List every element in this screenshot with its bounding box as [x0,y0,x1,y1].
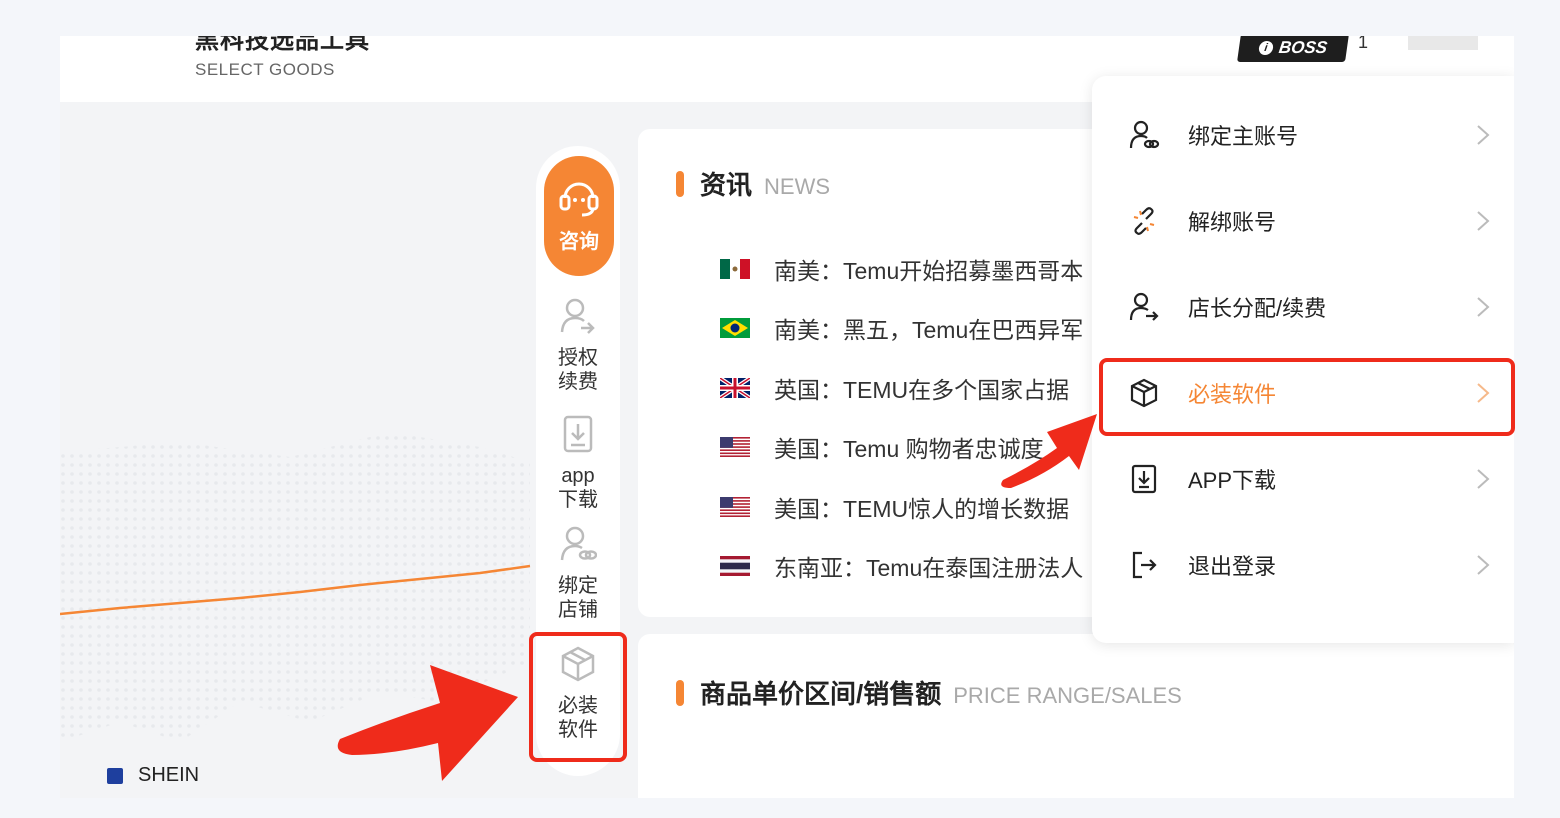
menu-item-label: APP下载 [1188,468,1277,493]
news-item[interactable]: 东南亚：Temu在泰国注册法人 [720,537,1083,597]
news-item-text: 东南亚：Temu在泰国注册法人 [774,555,1084,582]
news-item-text: 南美：黑五，Temu在巴西异军 [774,317,1084,344]
sidebar-item-bind-line2: 店铺 [558,599,598,621]
page-title: 黑科技选品工具 [195,36,370,54]
logout-icon [1132,551,1157,579]
price-range-card: 商品单价区间/销售额 PRICE RANGE/SALES [638,634,1514,798]
annotation-box-sidebar [529,632,627,762]
bind-account-icon [1129,120,1160,149]
menu-item-unbind-account[interactable]: 解绑账号 [1092,178,1514,264]
boss-icon: i [1257,41,1274,55]
sidebar-item-renew-line2: 续费 [558,371,598,393]
annotation-box-menu [1099,358,1515,436]
sidebar-item-bind-store[interactable]: 绑定 店铺 [536,524,620,622]
mexico-flag-icon [720,258,750,279]
uk-flag-icon [720,377,750,398]
usa-flag-icon [720,496,750,517]
price-title-en: PRICE RANGE/SALES [953,683,1182,708]
headset-icon [544,176,614,223]
sidebar-item-renew-line1: 授权 [558,347,598,369]
sidebar-item-app-download[interactable]: app 下载 [536,414,620,512]
chevron-right-icon [1477,125,1490,145]
news-item[interactable]: 南美：Temu开始招募墨西哥本 [720,239,1083,299]
chevron-right-icon [1477,555,1490,575]
annotation-arrow-right [1001,414,1097,488]
sidebar-item-bind-line1: 绑定 [558,575,598,597]
download-icon [536,414,620,460]
menu-item-bind-main-account[interactable]: 绑定主账号 [1092,92,1514,178]
download-icon [1131,464,1157,494]
news-item-text: 英国：TEMU在多个国家占据 [774,376,1070,403]
section-accent-bar [676,170,684,197]
sidebar-item-renew[interactable]: 授权 续费 [536,296,620,394]
legend-swatch [107,767,123,784]
menu-item-app-download[interactable]: APP下载 [1092,436,1514,522]
boss-badge: i BOSS [1237,36,1349,62]
chevron-right-icon [1477,211,1490,231]
menu-item-label: 解绑账号 [1188,210,1277,235]
user-renew-icon [536,296,620,342]
price-header: 商品单价区间/销售额 PRICE RANGE/SALES [676,674,1182,711]
legend-label: SHEIN [138,764,200,786]
chart-legend: SHEIN [107,764,199,787]
consult-button[interactable]: 咨询 [544,156,614,276]
section-accent-bar [676,679,684,706]
page-subtitle: SELECT GOODS [195,60,335,79]
consult-label: 咨询 [559,231,599,253]
chevron-right-icon [1477,297,1490,317]
price-title: 商品单价区间/销售额 [700,679,942,709]
account-masked [1408,36,1478,50]
user-assign-icon [1129,292,1159,321]
chevron-right-icon [1477,469,1490,489]
usa-flag-icon [720,437,750,458]
thailand-flag-icon [720,556,750,577]
sidebar-item-app-line2: 下载 [558,489,598,511]
unlink-icon [1133,207,1155,235]
news-item[interactable]: 南美：黑五，Temu在巴西异军 [720,299,1083,359]
news-item-text: 南美：Temu开始招募墨西哥本 [774,257,1084,284]
bind-store-icon [536,524,620,570]
news-item-text: 美国：TEMU惊人的增长数据 [774,495,1070,522]
news-title: 资讯 [700,170,753,200]
brazil-flag-icon [720,318,750,339]
account-number[interactable]: 1 [1358,36,1368,53]
menu-item-label: 退出登录 [1188,554,1277,579]
menu-item-logout[interactable]: 退出登录 [1092,522,1514,608]
annotation-arrow-left [337,665,518,781]
news-header: 资讯 NEWS [676,165,830,202]
boss-badge-label: BOSS [1277,38,1329,57]
menu-item-label: 绑定主账号 [1188,124,1299,149]
news-title-en: NEWS [764,174,831,199]
menu-item-label: 店长分配/续费 [1188,296,1327,321]
menu-item-manager-assign[interactable]: 店长分配/续费 [1092,264,1514,350]
sidebar-item-app-line1: app [561,465,595,487]
